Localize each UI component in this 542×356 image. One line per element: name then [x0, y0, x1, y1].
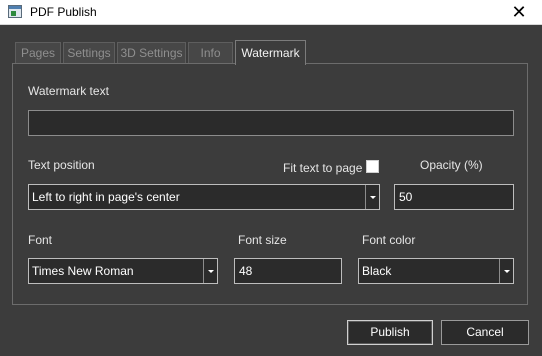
- chevron-down-icon[interactable]: [203, 259, 217, 283]
- font-label: Font: [28, 233, 53, 247]
- chevron-down-icon[interactable]: [365, 185, 379, 209]
- tab-pages[interactable]: Pages: [15, 42, 61, 63]
- publish-button[interactable]: Publish: [347, 320, 433, 345]
- font-value: Times New Roman: [32, 264, 134, 278]
- pdf-publish-app-icon: [8, 5, 22, 18]
- font-select[interactable]: Times New Roman: [28, 258, 218, 284]
- fit-text-checkbox[interactable]: [366, 160, 379, 173]
- cancel-button[interactable]: Cancel: [441, 320, 529, 345]
- close-icon[interactable]: ✕: [496, 0, 542, 25]
- text-position-value: Left to right in page's center: [32, 190, 180, 204]
- title-bar: PDF Publish ✕: [0, 0, 542, 25]
- tab-settings[interactable]: Settings: [63, 42, 115, 63]
- chevron-down-icon[interactable]: [499, 259, 513, 283]
- fit-text-label: Fit text to page: [283, 161, 363, 175]
- text-position-label: Text position: [28, 158, 95, 172]
- text-position-select[interactable]: Left to right in page's center: [28, 184, 380, 210]
- font-size-input[interactable]: 48: [234, 258, 342, 284]
- watermark-text-label: Watermark text: [28, 84, 109, 98]
- font-size-label: Font size: [238, 233, 287, 247]
- watermark-text-input[interactable]: [28, 110, 514, 136]
- font-color-value: Black: [362, 264, 392, 278]
- opacity-label: Opacity (%): [420, 158, 483, 172]
- tab-3d-settings[interactable]: 3D Settings: [117, 42, 186, 63]
- tab-info[interactable]: Info: [188, 42, 233, 63]
- font-color-select[interactable]: Black: [358, 258, 514, 284]
- tab-watermark[interactable]: Watermark: [235, 40, 306, 65]
- opacity-input[interactable]: 50: [394, 184, 514, 210]
- window-title: PDF Publish: [30, 5, 97, 19]
- font-color-label: Font color: [362, 233, 416, 247]
